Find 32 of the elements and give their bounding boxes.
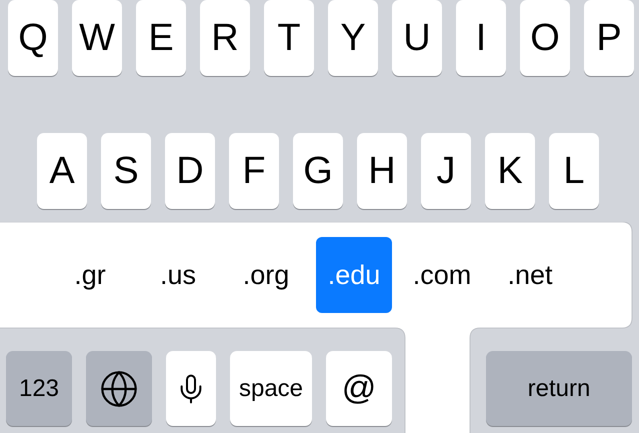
letter-key[interactable]: D: [165, 133, 215, 209]
key[interactable]: @: [326, 351, 392, 426]
key[interactable]: 123: [6, 351, 72, 426]
domain-option[interactable]: .com: [398, 237, 486, 313]
letter-key[interactable]: J: [421, 133, 471, 209]
domain-option[interactable]: .us: [134, 237, 222, 313]
key[interactable]: space: [230, 351, 312, 426]
letter-key[interactable]: F: [229, 133, 279, 209]
domain-option[interactable]: .net: [486, 237, 574, 313]
letter-key[interactable]: T: [264, 0, 314, 76]
domain-option[interactable]: .edu: [316, 237, 392, 313]
letter-key[interactable]: I: [456, 0, 506, 76]
letter-key[interactable]: Q: [8, 0, 58, 76]
letter-key[interactable]: E: [136, 0, 186, 76]
letter-key[interactable]: Y: [328, 0, 378, 76]
letter-key[interactable]: O: [520, 0, 570, 76]
letter-key[interactable]: P: [584, 0, 634, 76]
key[interactable]: return: [486, 351, 632, 426]
microphone-key[interactable]: [166, 351, 216, 426]
globe-icon: [99, 368, 139, 408]
letter-key[interactable]: R: [200, 0, 250, 76]
letter-key[interactable]: W: [72, 0, 122, 76]
domain-option[interactable]: .org: [222, 237, 310, 313]
letter-key[interactable]: G: [293, 133, 343, 209]
letter-key[interactable]: K: [485, 133, 535, 209]
letter-key[interactable]: L: [549, 133, 599, 209]
domain-option[interactable]: .gr: [46, 237, 134, 313]
letter-key[interactable]: A: [37, 133, 87, 209]
letter-key[interactable]: U: [392, 0, 442, 76]
globe-key[interactable]: [86, 351, 152, 426]
letter-key[interactable]: S: [101, 133, 151, 209]
letter-key[interactable]: H: [357, 133, 407, 209]
